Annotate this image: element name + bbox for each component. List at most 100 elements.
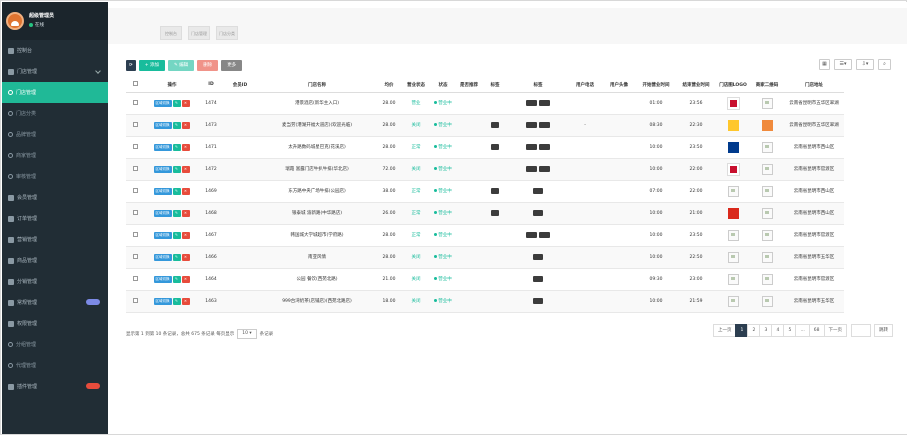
table-cell	[222, 136, 258, 159]
page-size-select[interactable]: 10 ▾	[237, 329, 257, 339]
add-button[interactable]: + 添加	[138, 60, 165, 71]
row-checkbox[interactable]	[132, 231, 138, 237]
switch-region-button[interactable]: 区域切换	[153, 121, 172, 129]
table-row[interactable]: 区域切换 ✎ ✕ 1472 瑞霞 富露门店牛扒牛排(华北店) 72.00 关闭 营业中 10:…	[126, 158, 844, 181]
row-checkbox[interactable]	[132, 187, 138, 193]
column-header[interactable]	[126, 78, 144, 93]
table-cell: 1469	[200, 180, 222, 203]
delete-icon[interactable]: ✕	[181, 143, 190, 151]
sidebar-item[interactable]: 门店分类	[2, 103, 108, 124]
switch-region-button[interactable]: 区域切换	[153, 143, 172, 151]
edit-icon[interactable]: ✎	[172, 121, 181, 129]
table-cell	[126, 114, 144, 137]
sidebar-item[interactable]: 权限管理	[2, 313, 108, 334]
next-page-button[interactable]: 下一页	[823, 324, 847, 337]
table-cell	[456, 114, 482, 137]
page-number-button[interactable]: 68	[808, 324, 825, 337]
delete-icon[interactable]: ✕	[181, 209, 190, 217]
delete-icon[interactable]: ✕	[181, 253, 190, 261]
delete-icon[interactable]: ✕	[181, 165, 190, 173]
table-row[interactable]: 区域切换 ✎ ✕ 1468 银泰城 渝新路(中华路店) 26.00 正常 营业中 10:00 2…	[126, 202, 844, 225]
row-checkbox[interactable]	[132, 253, 138, 259]
search-icon[interactable]: ⌕	[878, 59, 891, 70]
row-checkbox[interactable]	[132, 297, 138, 303]
avatar[interactable]	[6, 12, 24, 30]
edit-icon[interactable]: ✎	[172, 297, 181, 305]
switch-region-button[interactable]: 区域切换	[153, 99, 172, 107]
table-cell: 1468	[200, 202, 222, 225]
switch-region-button[interactable]: 区域切换	[153, 275, 172, 283]
sidebar-item[interactable]: 代理管理	[2, 355, 108, 376]
table-row[interactable]: 区域切换 ✎ ✕ 1473 麦当劳(港湖开福大道店)(欢迎光临) 28.00 关闭 营业中 -…	[126, 114, 844, 137]
delete-icon[interactable]: ✕	[181, 121, 190, 129]
switch-region-button[interactable]: 区域切换	[153, 209, 172, 217]
table-row[interactable]: 区域切换 ✎ ✕ 1474 港景酒店(新华主入口) 28.00 营业 营业中 01:00 23:…	[126, 92, 844, 115]
delete-icon[interactable]: ✕	[181, 275, 190, 283]
jump-page-input[interactable]	[851, 324, 871, 337]
sidebar-item[interactable]: 商家管理	[2, 145, 108, 166]
delete-icon[interactable]: ✕	[181, 187, 190, 195]
tag-badge	[539, 231, 550, 238]
table-cell: 关闭	[402, 246, 430, 269]
row-checkbox[interactable]	[132, 165, 138, 171]
row-checkbox[interactable]	[132, 275, 138, 281]
table-row[interactable]: 区域切换 ✎ ✕ 1463 999台湾奶茶(店铺店)(西苑北路店) 18.00 关闭 营业中 …	[126, 290, 844, 313]
prev-page-button[interactable]: 上一页	[712, 324, 737, 337]
switch-region-button[interactable]: 区域切换	[153, 231, 172, 239]
table-row[interactable]: 区域切换 ✎ ✕ 1471 太升路数码城星巴克(花溪店) 28.00 正常 营业中 10:00…	[126, 136, 844, 159]
delete-icon[interactable]: ✕	[181, 231, 190, 239]
table-row[interactable]: 区域切换 ✎ ✕ 1469 东方路中央广场牛排(公园店) 38.00 正常 营业中 07:00…	[126, 180, 844, 203]
sidebar-item[interactable]: 会员管理	[2, 187, 108, 208]
sidebar-item[interactable]: 常规管理	[2, 292, 108, 313]
refresh-button[interactable]: ⟳	[126, 60, 136, 71]
columns-icon[interactable]: ☰▾	[834, 59, 852, 70]
select-all-checkbox[interactable]	[132, 81, 138, 87]
edit-icon[interactable]: ✎	[172, 231, 181, 239]
sidebar-item[interactable]: 营销管理	[2, 229, 108, 250]
edit-icon[interactable]: ✎	[172, 187, 181, 195]
tab[interactable]: 门店分类	[216, 26, 238, 40]
table-row[interactable]: 区域切换 ✎ ✕ 1467 韩国城大学城超市(学府路) 28.00 正常 营业中 10:00 2…	[126, 224, 844, 247]
delete-icon[interactable]: ✕	[181, 297, 190, 305]
row-checkbox[interactable]	[132, 143, 138, 149]
row-checkbox[interactable]	[132, 99, 138, 105]
sidebar-item[interactable]: 商品管理	[2, 250, 108, 271]
page-number-button[interactable]: ...	[795, 324, 810, 337]
table-cell: 云南省昆明市官渡区	[784, 158, 844, 181]
table-cell: 银泰城 渝新路(中华路店)	[258, 202, 376, 225]
sidebar-item[interactable]: 门店管理	[2, 61, 108, 82]
more-button[interactable]: 更多	[221, 60, 243, 71]
export-icon[interactable]: ⇩▾	[856, 59, 874, 70]
delete-button[interactable]: 删除	[197, 60, 219, 71]
edit-icon[interactable]: ✎	[172, 209, 181, 217]
sidebar-item[interactable]: 插件管理	[2, 376, 108, 397]
switch-region-button[interactable]: 区域切换	[153, 187, 172, 195]
table-cell: 1473	[200, 114, 222, 137]
edit-icon[interactable]: ✎	[172, 165, 181, 173]
row-checkbox[interactable]	[132, 209, 138, 215]
table-row[interactable]: 区域切换 ✎ ✕ 1464 公园 餐饮(西苑北路) 21.00 关闭 营业中 09:30 23:…	[126, 268, 844, 291]
tab[interactable]: 控制台	[160, 26, 182, 40]
edit-icon[interactable]: ✎	[172, 253, 181, 261]
table-cell: 关闭	[402, 158, 430, 181]
sidebar-item[interactable]: 控制台	[2, 40, 108, 61]
row-checkbox[interactable]	[132, 121, 138, 127]
sidebar-item[interactable]: 品牌管理	[2, 124, 108, 145]
toggle-view-icon[interactable]: ▦	[819, 59, 830, 70]
switch-region-button[interactable]: 区域切换	[153, 253, 172, 261]
edit-icon[interactable]: ✎	[172, 99, 181, 107]
sidebar-item[interactable]: 门店管理	[2, 82, 108, 103]
sidebar-item[interactable]: 分组管理	[2, 334, 108, 355]
edit-button[interactable]: ✎ 编辑	[167, 60, 195, 71]
edit-icon[interactable]: ✎	[172, 275, 181, 283]
sidebar-item[interactable]: 订单管理	[2, 208, 108, 229]
edit-icon[interactable]: ✎	[172, 143, 181, 151]
delete-icon[interactable]: ✕	[181, 99, 190, 107]
switch-region-button[interactable]: 区域切换	[153, 297, 172, 305]
sidebar-item[interactable]: 审核管理	[2, 166, 108, 187]
table-row[interactable]: 区域切换 ✎ ✕ 1466 南亚风情 28.00 关闭 营业中 10:00 22:50 云南省昆明…	[126, 246, 844, 269]
tab[interactable]: 门店管理	[188, 26, 210, 40]
switch-region-button[interactable]: 区域切换	[153, 165, 172, 173]
sidebar-item[interactable]: 分销管理	[2, 271, 108, 292]
jump-button[interactable]: 跳转	[874, 324, 893, 337]
